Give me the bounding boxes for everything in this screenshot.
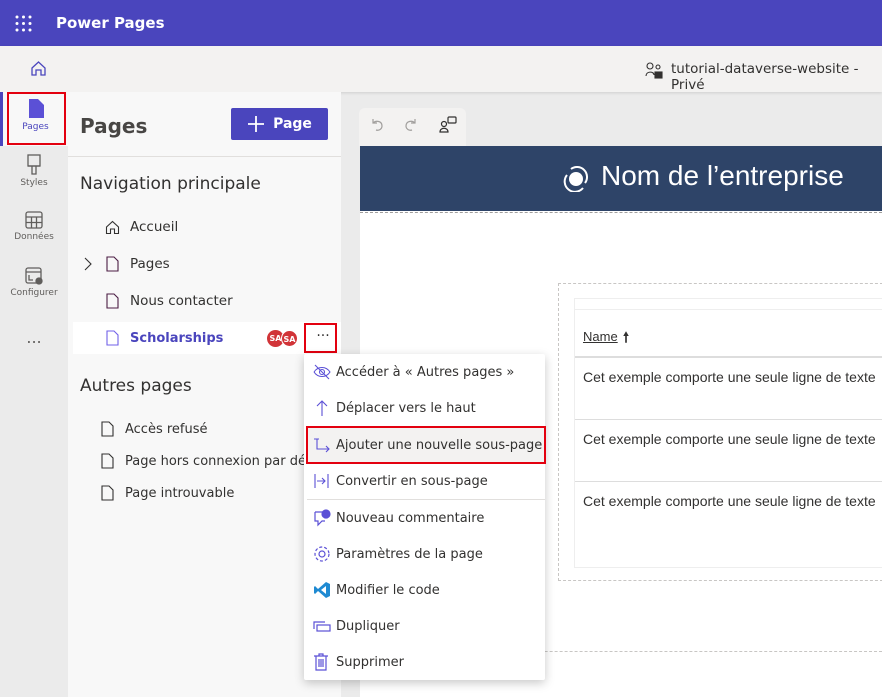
nav-item-pages[interactable]: Pages [73, 248, 341, 280]
menu-item-new-comment[interactable]: Nouveau commentaire [307, 500, 545, 536]
menu-item-label: Modifier le code [336, 582, 440, 598]
menu-item-label: Convertir en sous-page [336, 473, 488, 489]
divider [68, 156, 341, 157]
home-icon[interactable] [30, 60, 47, 77]
panel-title: Pages [80, 114, 148, 138]
menu-item-edit-code[interactable]: Modifier le code [307, 572, 545, 608]
editor-toolbar [359, 108, 466, 146]
site-name: tutorial-dataverse-website - Privé [671, 61, 859, 93]
nav-item-label: Page introuvable [125, 485, 235, 501]
menu-item-delete[interactable]: Supprimer [307, 644, 545, 680]
chevron-right-icon[interactable] [83, 257, 93, 271]
site-visibility-icon [645, 62, 663, 79]
menu-item-label: Paramètres de la page [336, 546, 483, 562]
nav-item-label: Page hors connexion par défaut [125, 453, 332, 469]
add-page-label: Page [273, 116, 312, 132]
menu-item-move-up[interactable]: Déplacer vers le haut [307, 390, 545, 426]
paintbrush-icon [27, 154, 41, 175]
plus-icon [248, 116, 265, 132]
table-icon [25, 211, 43, 229]
page-icon [28, 99, 44, 118]
page-icon [101, 453, 114, 469]
menu-item-convert-subpage[interactable]: Convertir en sous-page [307, 463, 545, 499]
menu-item-goto-other-pages[interactable]: Accéder à « Autres pages » [307, 354, 545, 390]
context-menu: Accéder à « Autres pages » Déplacer vers… [304, 354, 545, 680]
app-launcher-icon[interactable] [15, 15, 32, 32]
table-cell: Cet exemple comporte une seule ligne de … [583, 493, 876, 509]
company-logo-icon [563, 166, 588, 192]
sub-bar: tutorial-dataverse-website - Privé [0, 46, 882, 93]
menu-item-label: Nouveau commentaire [336, 510, 485, 526]
menu-item-label: Dupliquer [336, 618, 400, 634]
menu-item-label: Déplacer vers le haut [336, 400, 476, 416]
rail-label: Pages [22, 122, 49, 132]
table-cell: Cet exemple comporte une seule ligne de … [583, 369, 876, 385]
collaborator-avatar: SA [281, 330, 298, 347]
page-icon [106, 330, 119, 346]
sort-ascending-icon[interactable]: 🠕 [623, 327, 629, 351]
list-container[interactable]: Name 🠕 Cet exemple comporte une seule li… [558, 283, 882, 581]
top-bar: Power Pages [0, 0, 882, 46]
rail-label: Configurer [10, 288, 58, 298]
nav-item-label: Scholarships [130, 330, 224, 346]
undo-icon[interactable] [370, 118, 384, 132]
add-page-button[interactable]: Page [231, 108, 328, 140]
menu-item-add-subpage[interactable]: Ajouter une nouvelle sous-page [307, 427, 545, 463]
nav-item-nous-contacter[interactable]: Nous contacter [73, 285, 341, 317]
menu-item-page-settings[interactable]: Paramètres de la page [307, 536, 545, 572]
column-header-name[interactable]: Name [583, 329, 618, 344]
page-icon [106, 293, 119, 309]
duplicate-icon [313, 621, 331, 632]
table-cell: Cet exemple comporte une seule ligne de … [583, 431, 876, 447]
left-rail: Pages Styles Données Configurer ... [0, 92, 68, 697]
rail-item-configurer[interactable]: Configurer [0, 260, 68, 314]
app-title: Power Pages [56, 14, 165, 32]
comments-icon[interactable] [439, 116, 457, 134]
trash-icon [314, 653, 328, 671]
other-pages-heading: Autres pages [80, 376, 192, 396]
page-icon [106, 256, 119, 272]
main-nav-heading: Navigation principale [80, 174, 261, 194]
nav-item-label: Accueil [130, 219, 179, 235]
nav-item-label: Pages [130, 256, 170, 272]
vscode-icon [314, 582, 330, 598]
nav-item-scholarships[interactable]: Scholarships SA SA ··· [73, 322, 341, 354]
rail-item-donnees[interactable]: Données [0, 204, 68, 258]
other-item-page-hors-connexion[interactable]: Page hors connexion par défaut [73, 445, 341, 477]
menu-item-label: Ajouter une nouvelle sous-page [336, 437, 543, 453]
gear-icon [314, 546, 330, 562]
site-header: Nom de l’entreprise [360, 146, 882, 211]
nav-item-label: Accès refusé [125, 421, 208, 437]
more-icon: ... [26, 328, 42, 347]
menu-item-duplicate[interactable]: Dupliquer [307, 608, 545, 644]
settings-window-icon [25, 267, 43, 285]
pages-panel: Pages Page Navigation principale Accueil… [68, 92, 341, 697]
nav-item-accueil[interactable]: Accueil [73, 211, 341, 243]
eye-off-icon [313, 364, 331, 380]
convert-subpage-icon [314, 474, 329, 488]
data-table: Name 🠕 Cet exemple comporte une seule li… [574, 298, 882, 568]
arrow-up-icon [316, 400, 328, 416]
page-icon [101, 485, 114, 501]
other-item-acces-refuse[interactable]: Accès refusé [73, 413, 341, 445]
company-name: Nom de l’entreprise [601, 160, 844, 191]
redo-icon[interactable] [404, 118, 418, 132]
home-icon [105, 220, 120, 234]
other-item-page-introuvable[interactable]: Page introuvable [73, 477, 341, 509]
more-options-button[interactable]: ··· [309, 328, 337, 348]
comment-add-icon [314, 509, 331, 527]
rail-item-styles[interactable]: Styles [0, 148, 68, 202]
section-border [360, 212, 882, 213]
add-subpage-icon [314, 438, 330, 453]
rail-label: Données [14, 232, 54, 242]
page-icon [101, 421, 114, 437]
menu-item-label: Accéder à « Autres pages » [336, 364, 515, 380]
nav-item-label: Nous contacter [130, 293, 233, 309]
rail-item-pages[interactable]: Pages [0, 92, 68, 146]
menu-item-label: Supprimer [336, 654, 404, 670]
rail-more-button[interactable]: ... [0, 328, 68, 352]
rail-label: Styles [20, 178, 48, 188]
